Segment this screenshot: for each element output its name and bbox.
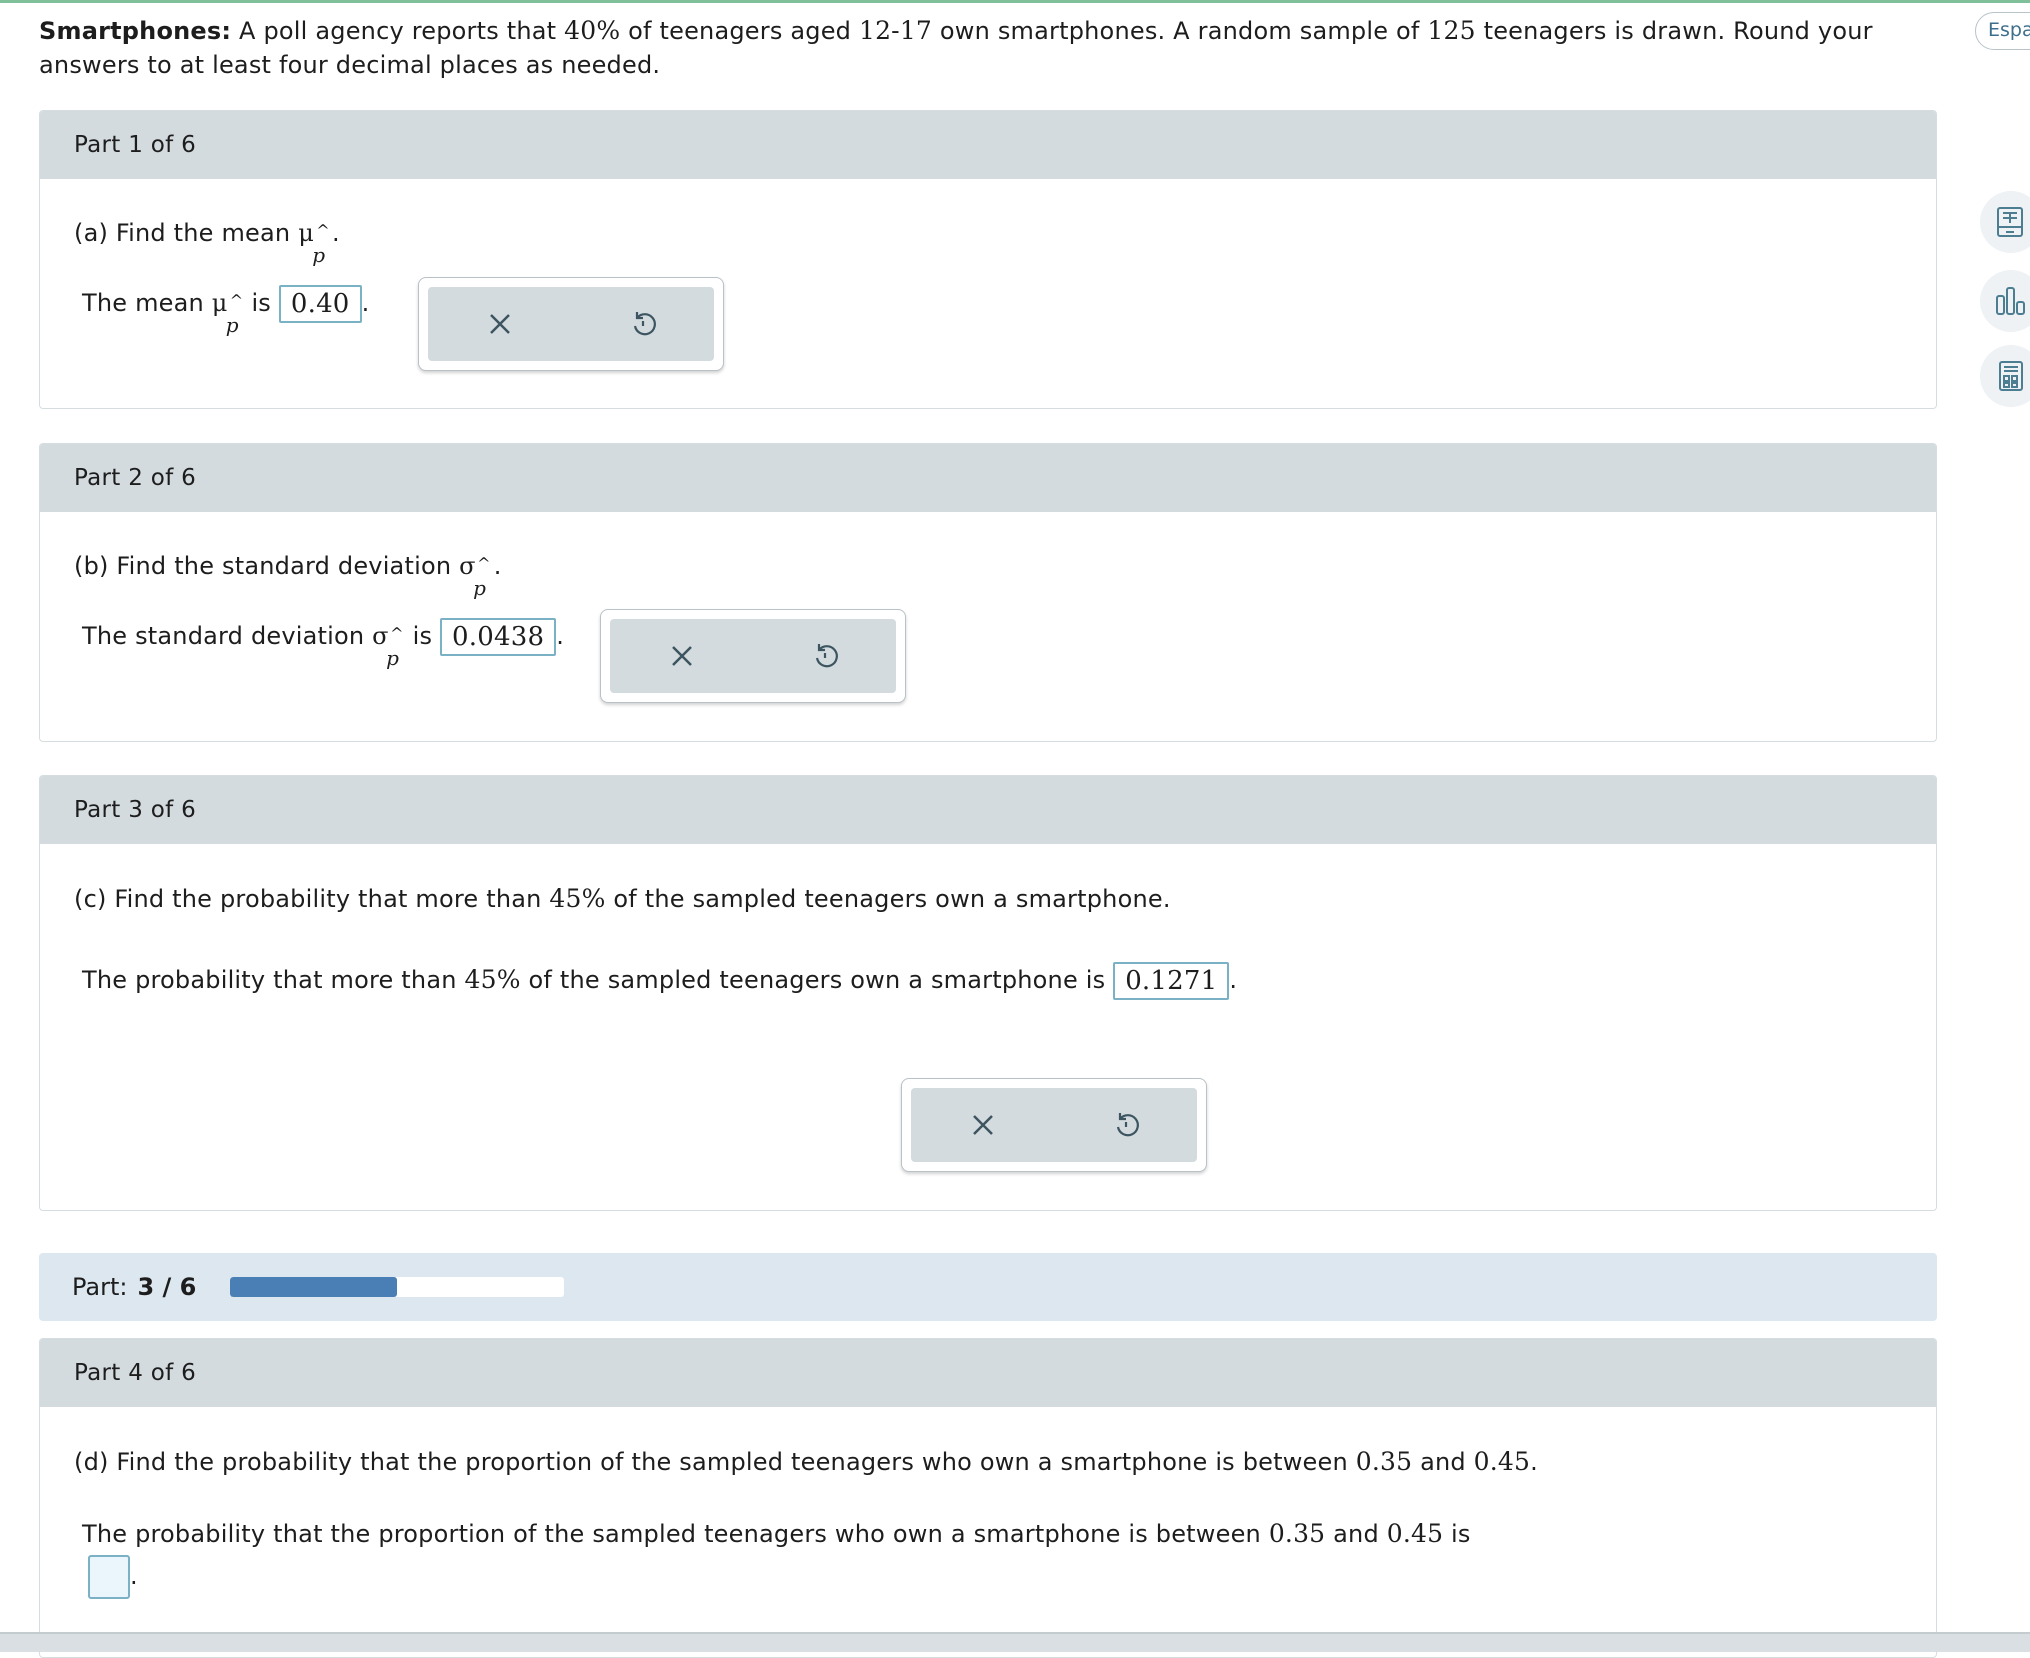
answer-tools [600, 609, 906, 703]
answer-input[interactable]: 0.1271 [1113, 962, 1230, 1000]
close-icon [672, 646, 692, 666]
intro-text: own smartphones. A random sample of [939, 17, 1420, 45]
part-card: Part 2 of 6 (b) Find the standard deviat… [39, 443, 1937, 742]
progress-label: Part: [72, 1273, 128, 1301]
progress-fill [230, 1277, 398, 1297]
answer-row: The mean μ ^ p is 0.40. [82, 285, 369, 337]
mu-p-hat-symbol: μ ^ p [211, 289, 244, 337]
answer-label: is [1451, 1520, 1471, 1548]
answer-input[interactable]: 0.40 [278, 285, 362, 323]
language-toggle[interactable]: Espa [1975, 12, 2030, 50]
problem-statement: Smartphones: A poll agency reports that … [39, 14, 1919, 82]
part-question: (d) Find the probability that the propor… [74, 1447, 1538, 1476]
ebook-icon [1997, 207, 2023, 237]
part-question: (a) Find the mean μ ^ p. [74, 219, 340, 267]
undo-button[interactable] [807, 638, 843, 674]
undo-icon [633, 312, 656, 336]
part-header: Part 1 of 6 [40, 111, 1936, 179]
part-header: Part 4 of 6 [40, 1339, 1936, 1407]
answer-row: The probability that more than 45% of th… [82, 962, 1237, 1000]
close-icon [973, 1115, 993, 1135]
intro-ages: 12-17 [858, 16, 933, 45]
question-text: (a) Find the mean [74, 219, 291, 247]
undo-button[interactable] [1108, 1107, 1144, 1143]
answer-row: The probability that the proportion of t… [82, 1519, 1471, 1548]
answer-tools [418, 277, 724, 371]
answer-label: The standard deviation [82, 622, 365, 650]
part-header: Part 2 of 6 [40, 444, 1936, 512]
problem-title: Smartphones: [39, 17, 232, 45]
question-text: of the sampled teenagers own a smartphon… [613, 885, 1171, 913]
answer-label: of the sampled teenagers own a smartphon… [528, 966, 1106, 994]
undo-button[interactable] [625, 306, 661, 342]
part-question: (c) Find the probability that more than … [74, 884, 1171, 913]
answer-value: 0.45 [1386, 1519, 1444, 1548]
answer-input[interactable] [88, 1555, 130, 1599]
question-text: and [1420, 1448, 1466, 1476]
part-card: Part 1 of 6 (a) Find the mean μ ^ p. The m… [39, 110, 1937, 409]
clear-button[interactable] [965, 1107, 1001, 1143]
clear-button[interactable] [482, 306, 518, 342]
question-value: 0.45 [1473, 1447, 1531, 1476]
ebook-button[interactable] [1980, 191, 2030, 253]
progress-bar [230, 1277, 565, 1297]
answer-label: The mean [82, 289, 204, 317]
undo-icon [1116, 1113, 1139, 1137]
calculator-button[interactable] [1980, 345, 2030, 407]
answer-row: The standard deviation σ ^ p is 0.0438. [82, 618, 564, 670]
question-text: (d) Find the probability that the propor… [74, 1448, 1348, 1476]
part-question: (b) Find the standard deviation σ ^ p. [74, 552, 502, 600]
answer-label: and [1333, 1520, 1379, 1548]
part-card: Part 4 of 6 (d) Find the probability tha… [39, 1338, 1937, 1658]
calculator-icon [1999, 361, 2023, 391]
question-percent: 45% [549, 884, 606, 913]
answer-tools [901, 1078, 1207, 1172]
answer-label: is [251, 289, 272, 317]
bottom-toolbar [0, 1632, 2030, 1652]
intro-sample-size: 125 [1427, 16, 1476, 45]
intro-text: A poll agency reports that [239, 17, 557, 45]
answer-input[interactable]: 0.0438 [440, 618, 557, 656]
question-value: 0.35 [1355, 1447, 1413, 1476]
answer-label: is [412, 622, 433, 650]
intro-percent: 40% [564, 16, 621, 45]
part-progress: Part: 3 / 6 [39, 1253, 1937, 1321]
answer-label: The probability that the proportion of t… [82, 1520, 1261, 1548]
data-button[interactable] [1980, 270, 2030, 332]
sigma-p-hat-symbol: σ ^ p [372, 622, 404, 670]
top-accent-line [0, 0, 2030, 3]
answer-percent: 45% [464, 965, 521, 994]
part-header: Part 3 of 6 [40, 776, 1936, 844]
sigma-p-hat-symbol: σ ^ p [459, 552, 491, 600]
answer-value: 0.35 [1268, 1519, 1326, 1548]
question-text: (c) Find the probability that more than [74, 885, 542, 913]
progress-value: 3 / 6 [137, 1273, 197, 1301]
intro-text: of teenagers aged [628, 17, 852, 45]
question-text: (b) Find the standard deviation [74, 552, 452, 580]
mu-p-hat-symbol: μ ^ p [298, 219, 330, 267]
answer-row: . [88, 1555, 138, 1599]
close-icon [490, 314, 510, 334]
undo-icon [815, 644, 838, 668]
bar-chart-icon [1996, 287, 2025, 315]
answer-label: The probability that more than [82, 966, 457, 994]
clear-button[interactable] [664, 638, 700, 674]
